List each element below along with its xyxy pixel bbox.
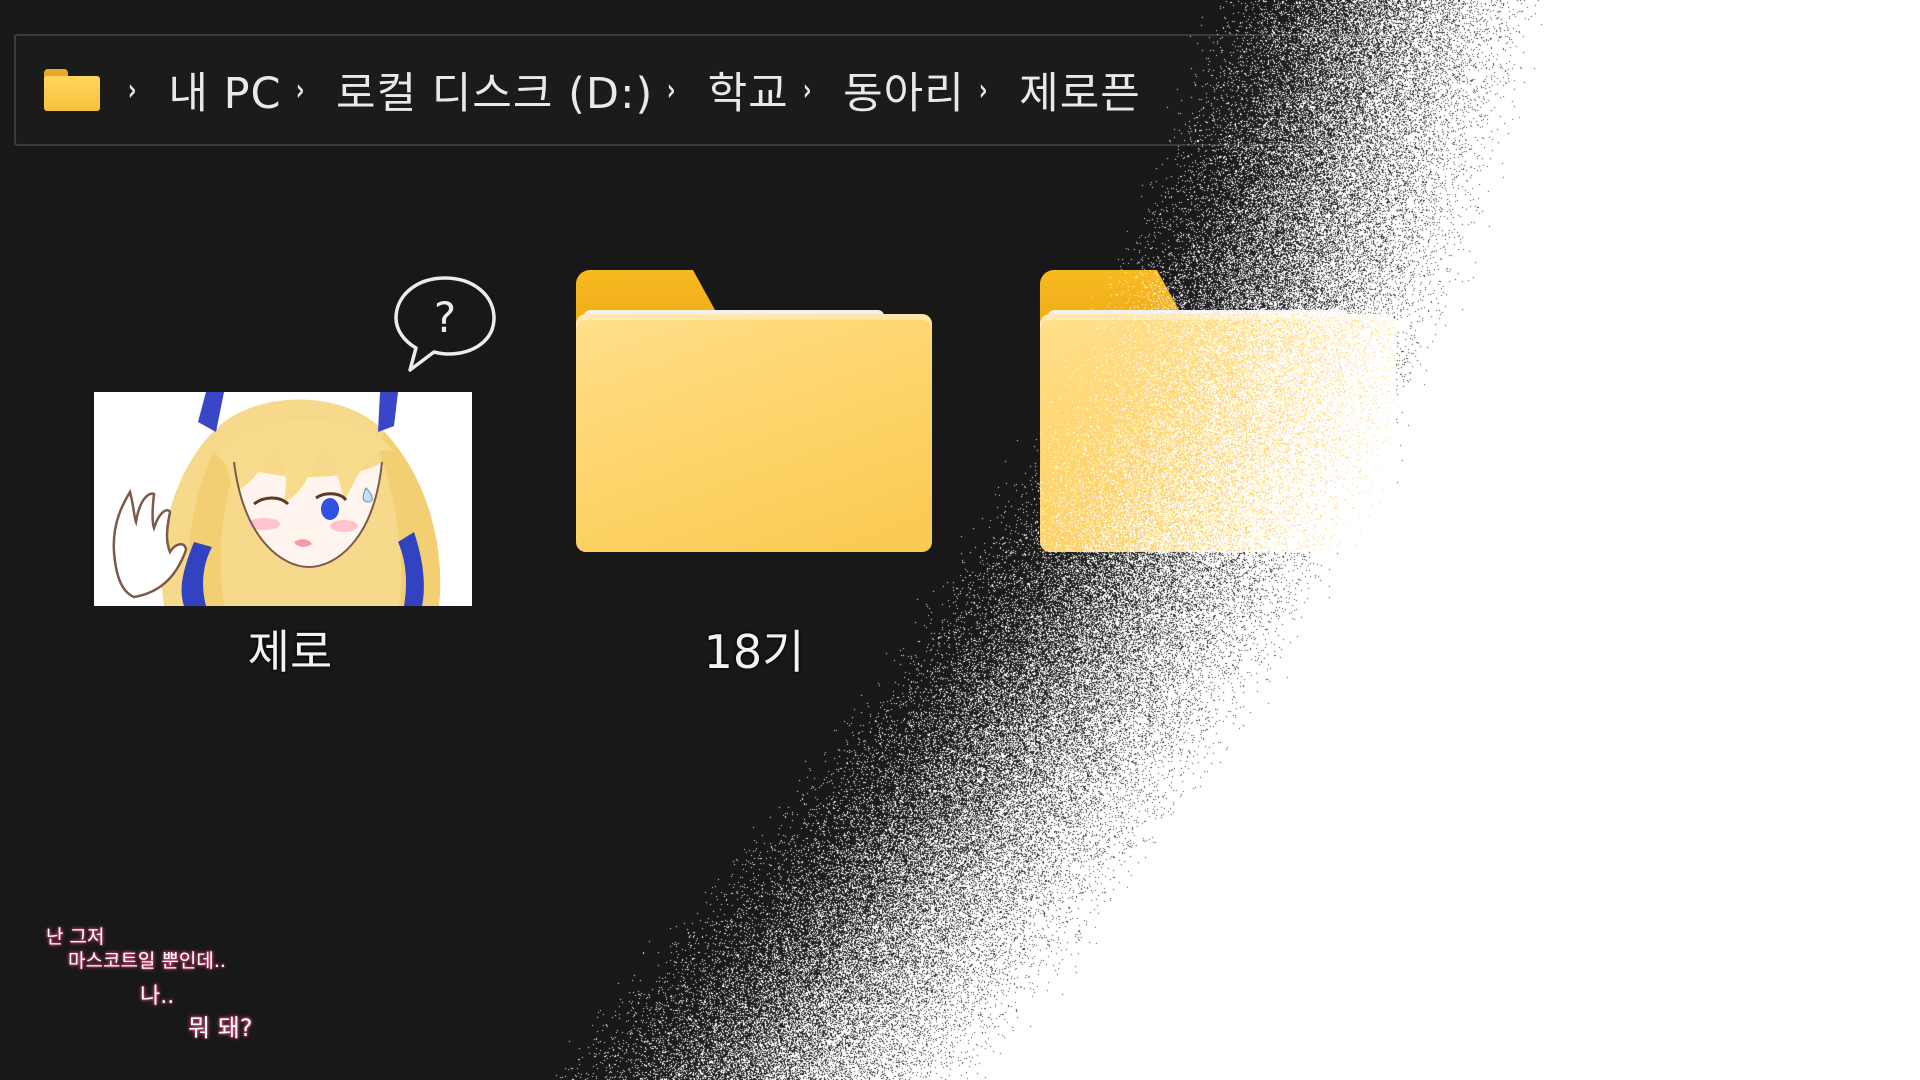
- file-label-zero[interactable]: 제로: [200, 616, 380, 682]
- monologue-line-1: 난 그저: [46, 926, 105, 948]
- chevron-right-icon: ›: [295, 72, 305, 108]
- chevron-right-icon: ›: [978, 72, 988, 108]
- breadcrumb-item-current[interactable]: 제로픈: [1015, 59, 1145, 121]
- address-bar[interactable]: › 내 PC › 로컬 디스크 (D:) › 학교 › 동아리 › 제로픈: [14, 34, 1914, 146]
- breadcrumb-item-club[interactable]: 동아리: [839, 59, 969, 121]
- explorer-window: › 내 PC › 로컬 디스크 (D:) › 학교 › 동아리 › 제로픈 ?: [0, 0, 1920, 1080]
- folder-icon-body: [44, 76, 100, 111]
- folder-icon[interactable]: [44, 69, 100, 111]
- monologue-line-3: 나..: [140, 984, 175, 1009]
- file-thumbnail-zero[interactable]: [94, 392, 472, 606]
- folder-front: [1040, 314, 1396, 552]
- monologue-line-4: 뭐 돼?: [188, 1014, 253, 1042]
- breadcrumb-item-school[interactable]: 학교: [704, 59, 793, 121]
- breadcrumb-item-local-disk[interactable]: 로컬 디스크 (D:): [332, 59, 657, 121]
- chevron-right-icon: ›: [667, 72, 676, 108]
- folder-icon[interactable]: [576, 270, 932, 552]
- chevron-right-icon: ›: [802, 72, 812, 108]
- bubble-text: ?: [434, 293, 456, 342]
- character-thumbnail: [94, 392, 472, 606]
- folder-icon[interactable]: [1040, 270, 1396, 552]
- breadcrumb-item-my-pc[interactable]: 내 PC: [164, 59, 285, 121]
- chevron-right-icon: ›: [127, 72, 137, 108]
- monologue-line-2: 마스코트일 뿐인데..: [68, 950, 226, 972]
- question-bubble-icon: ?: [394, 276, 496, 372]
- folder-front: [576, 314, 932, 552]
- breadcrumb: › 내 PC › 로컬 디스크 (D:) › 학교 › 동아리 › 제로픈: [118, 59, 1145, 121]
- folder-label-18gi[interactable]: 18기: [664, 616, 844, 682]
